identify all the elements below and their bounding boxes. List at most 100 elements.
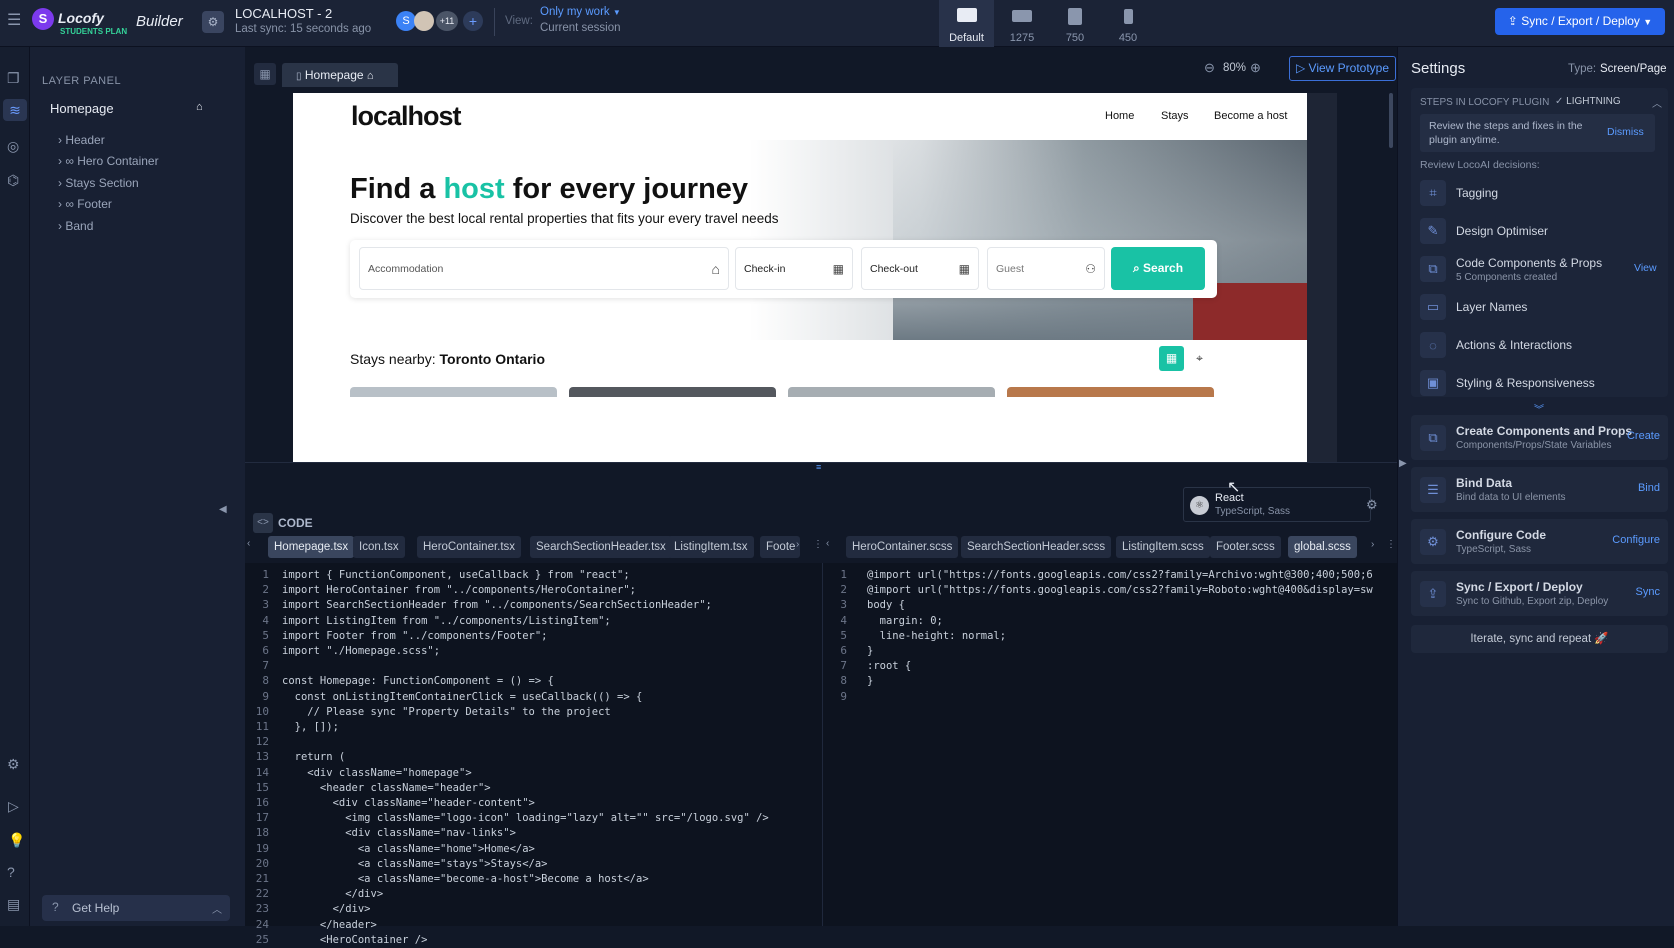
- layer-page-homepage[interactable]: Homepage: [50, 101, 114, 116]
- canvas-tab-homepage[interactable]: ▯ Homepage ⌂: [282, 63, 398, 87]
- layer-item-footer[interactable]: › ∞ Footer: [58, 197, 112, 211]
- view-components-button[interactable]: View: [1634, 262, 1657, 274]
- expand-down-icon[interactable]: ︾: [1534, 401, 1544, 416]
- collaborator-avatar[interactable]: [414, 11, 434, 31]
- play-icon[interactable]: ▷: [8, 799, 19, 813]
- layer-item-stays-section[interactable]: › Stays Section: [58, 176, 139, 190]
- listing-card[interactable]: [569, 387, 776, 397]
- card-create-components[interactable]: ⧉ Create Components and Props Components/P…: [1411, 415, 1668, 460]
- tab-listingitem-scss[interactable]: ListingItem.scss: [1116, 536, 1210, 558]
- line-number: 7: [840, 659, 847, 673]
- chevron-left-icon[interactable]: ‹: [247, 539, 250, 549]
- decision-actions[interactable]: ◌ Actions & Interactions: [1420, 327, 1674, 363]
- breakpoint-1275[interactable]: 1275: [1002, 0, 1042, 47]
- chevron-right-icon[interactable]: ›: [796, 540, 799, 550]
- map-toggle-icon[interactable]: ⌖: [1187, 346, 1212, 371]
- tab-searchsectionheader-scss[interactable]: SearchSectionHeader.scss: [961, 536, 1112, 558]
- line-number: 9: [262, 689, 269, 703]
- zoom-in-icon[interactable]: ⊕: [1250, 61, 1261, 74]
- collapse-left-icon[interactable]: ◀: [219, 505, 227, 515]
- layer-item-header[interactable]: › Header: [58, 133, 105, 147]
- collaborator-avatar[interactable]: S: [396, 11, 416, 31]
- tab-searchsectionheader-tsx[interactable]: SearchSectionHeader.tsx: [530, 536, 672, 558]
- github-icon[interactable]: ⌬: [7, 173, 19, 187]
- breakpoint-default[interactable]: Default: [939, 0, 994, 47]
- decision-tagging[interactable]: ⌗ Tagging: [1420, 175, 1674, 211]
- code-settings-icon[interactable]: ⚙: [1366, 498, 1378, 511]
- sync-button[interactable]: Sync: [1636, 586, 1660, 598]
- nav-become-a-host[interactable]: Become a host: [1214, 110, 1287, 122]
- mobile-icon: [1124, 9, 1133, 24]
- collaborators-more[interactable]: +11: [436, 11, 458, 31]
- sync-export-deploy-button[interactable]: ⇪ Sync / Export / Deploy ▼: [1495, 8, 1665, 35]
- breakpoint-450[interactable]: 450: [1108, 0, 1148, 47]
- code-editor-right[interactable]: 1 @import url("https://fonts.googleapis.c…: [822, 563, 1397, 926]
- tab-homepage-tsx[interactable]: Homepage.tsx: [268, 536, 355, 558]
- project-name[interactable]: LOCALHOST - 2: [235, 6, 332, 21]
- canvas-scrollbar[interactable]: [1389, 93, 1393, 148]
- dismiss-button[interactable]: Dismiss: [1607, 126, 1644, 138]
- bind-button[interactable]: Bind: [1638, 482, 1660, 494]
- grid-view-icon[interactable]: ▦: [254, 63, 276, 85]
- tab-footer-scss[interactable]: Footer.scss: [1210, 536, 1281, 558]
- breakpoint-750[interactable]: 750: [1055, 0, 1095, 47]
- tab-global-scss[interactable]: global.scss: [1288, 536, 1357, 558]
- layer-item-band[interactable]: › Band: [58, 219, 93, 233]
- view-selector[interactable]: Only my work ▼: [540, 6, 621, 18]
- project-icon: ⚙: [202, 11, 224, 33]
- app-name: Locofy: [58, 10, 104, 26]
- more-vertical-icon[interactable]: ⋮: [813, 540, 823, 550]
- code-line: return (: [282, 751, 346, 764]
- check-out-input[interactable]: Check-out ▦: [861, 247, 979, 290]
- decision-styling[interactable]: ▣ Styling & Responsiveness: [1420, 365, 1674, 401]
- accommodation-input[interactable]: Accommodation ⌂: [359, 247, 729, 290]
- help-icon[interactable]: ?: [7, 865, 15, 879]
- line-number: 13: [255, 750, 269, 764]
- home-icon: ⌂: [196, 101, 203, 113]
- tab-icon-tsx[interactable]: Icon.tsx: [353, 536, 405, 558]
- card-bind-data[interactable]: ☰ Bind Data Bind data to UI elements Bind: [1411, 467, 1668, 512]
- framework-selector[interactable]: ⚛ React TypeScript, Sass: [1183, 487, 1371, 522]
- line-number: 8: [840, 674, 847, 688]
- grid-toggle-icon[interactable]: ▦: [1159, 346, 1184, 371]
- card-sync-export[interactable]: ⇪ Sync / Export / Deploy Sync to Github, E…: [1411, 571, 1668, 616]
- guest-input[interactable]: Guest ⚇: [987, 247, 1105, 290]
- lightbulb-icon[interactable]: 💡: [8, 833, 25, 847]
- layer-item-hero-container[interactable]: › ∞ Hero Container: [58, 154, 159, 168]
- listing-card[interactable]: [350, 387, 557, 397]
- collapse-right-icon[interactable]: ▶: [1399, 459, 1407, 469]
- zoom-out-icon[interactable]: ⊖: [1204, 61, 1215, 74]
- code-line: import ListingItem from "../components/L…: [282, 614, 611, 627]
- tab-herocontainer-scss[interactable]: HeroContainer.scss: [846, 536, 959, 558]
- search-button[interactable]: ⌕ Search: [1111, 247, 1205, 290]
- decision-design-optimiser[interactable]: ✎ Design Optimiser: [1420, 213, 1674, 249]
- tab-footer-tsx[interactable]: Foote: [760, 536, 800, 558]
- more-vertical-icon[interactable]: ⋮: [1386, 540, 1396, 550]
- compass-icon[interactable]: ◎: [7, 139, 19, 153]
- listing-card[interactable]: [788, 387, 995, 397]
- chevron-left-icon[interactable]: ‹: [826, 539, 829, 549]
- line-number: 19: [255, 841, 269, 855]
- create-button[interactable]: Create: [1627, 430, 1660, 442]
- listing-card[interactable]: [1007, 387, 1214, 397]
- configure-button[interactable]: Configure: [1612, 534, 1660, 546]
- drag-handle-icon[interactable]: ≡: [816, 462, 821, 472]
- layers-icon[interactable]: ≋: [3, 99, 27, 121]
- chevron-up-icon[interactable]: ︿: [1652, 95, 1662, 110]
- get-help-button[interactable]: ? Get Help ︿: [42, 895, 230, 921]
- nav-home[interactable]: Home: [1105, 110, 1134, 122]
- tab-listingitem-tsx[interactable]: ListingItem.tsx: [668, 536, 754, 558]
- hamburger-menu-icon[interactable]: ☰: [7, 13, 21, 29]
- decision-layer-names[interactable]: ▭ Layer Names: [1420, 289, 1674, 325]
- settings-gear-icon[interactable]: ⚙: [7, 757, 20, 771]
- code-editor-left[interactable]: 1 import { FunctionComponent, useCallback…: [245, 563, 822, 946]
- nav-stays[interactable]: Stays: [1161, 110, 1189, 122]
- view-prototype-button[interactable]: ▷ View Prototype: [1289, 56, 1396, 81]
- chevron-right-icon[interactable]: ›: [1371, 540, 1374, 550]
- pages-icon[interactable]: ❐: [7, 71, 20, 85]
- chat-icon[interactable]: ▤: [7, 897, 20, 911]
- card-configure-code[interactable]: ⚙ Configure Code TypeScript, Sass Configure: [1411, 519, 1668, 564]
- tab-herocontainer-tsx[interactable]: HeroContainer.tsx: [417, 536, 522, 558]
- add-collaborator-icon[interactable]: +: [463, 11, 483, 31]
- check-in-input[interactable]: Check-in ▦: [735, 247, 853, 290]
